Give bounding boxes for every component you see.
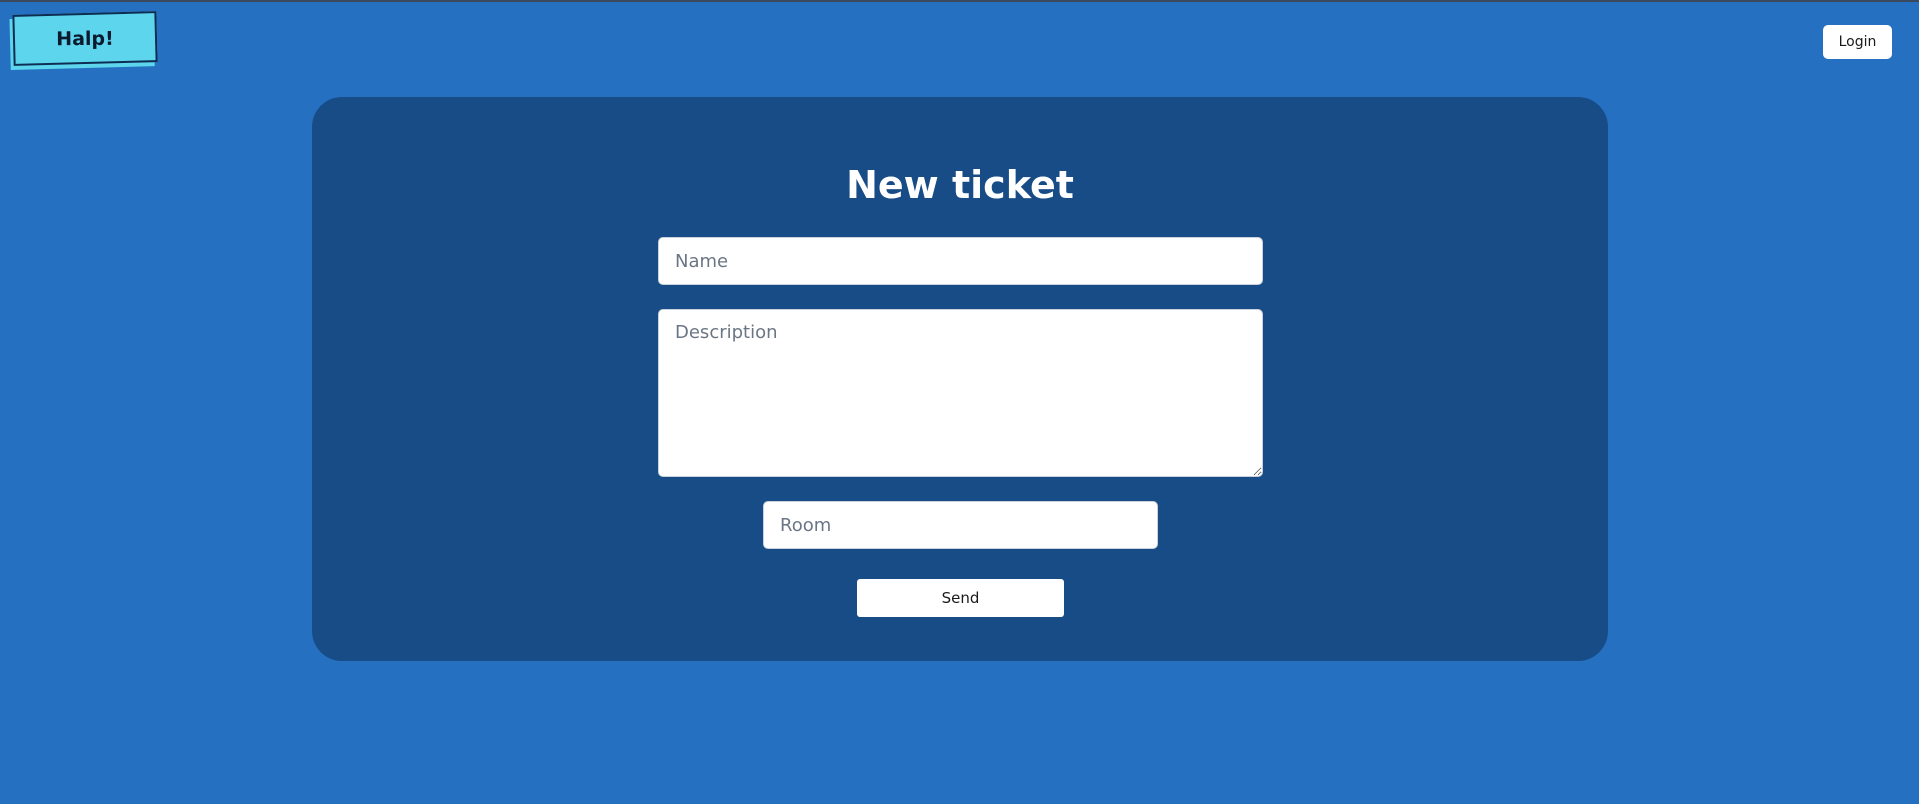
- login-button[interactable]: Login: [1823, 25, 1892, 59]
- description-textarea[interactable]: [658, 309, 1263, 477]
- logo-text: Halp!: [56, 27, 114, 50]
- logo[interactable]: Halp!: [12, 11, 158, 66]
- send-button[interactable]: Send: [857, 579, 1064, 617]
- room-input[interactable]: [763, 501, 1158, 549]
- name-input[interactable]: [658, 237, 1263, 285]
- new-ticket-panel: New ticket Send: [312, 97, 1608, 661]
- page-title: New ticket: [846, 163, 1074, 207]
- window-top-border: [0, 0, 1919, 2]
